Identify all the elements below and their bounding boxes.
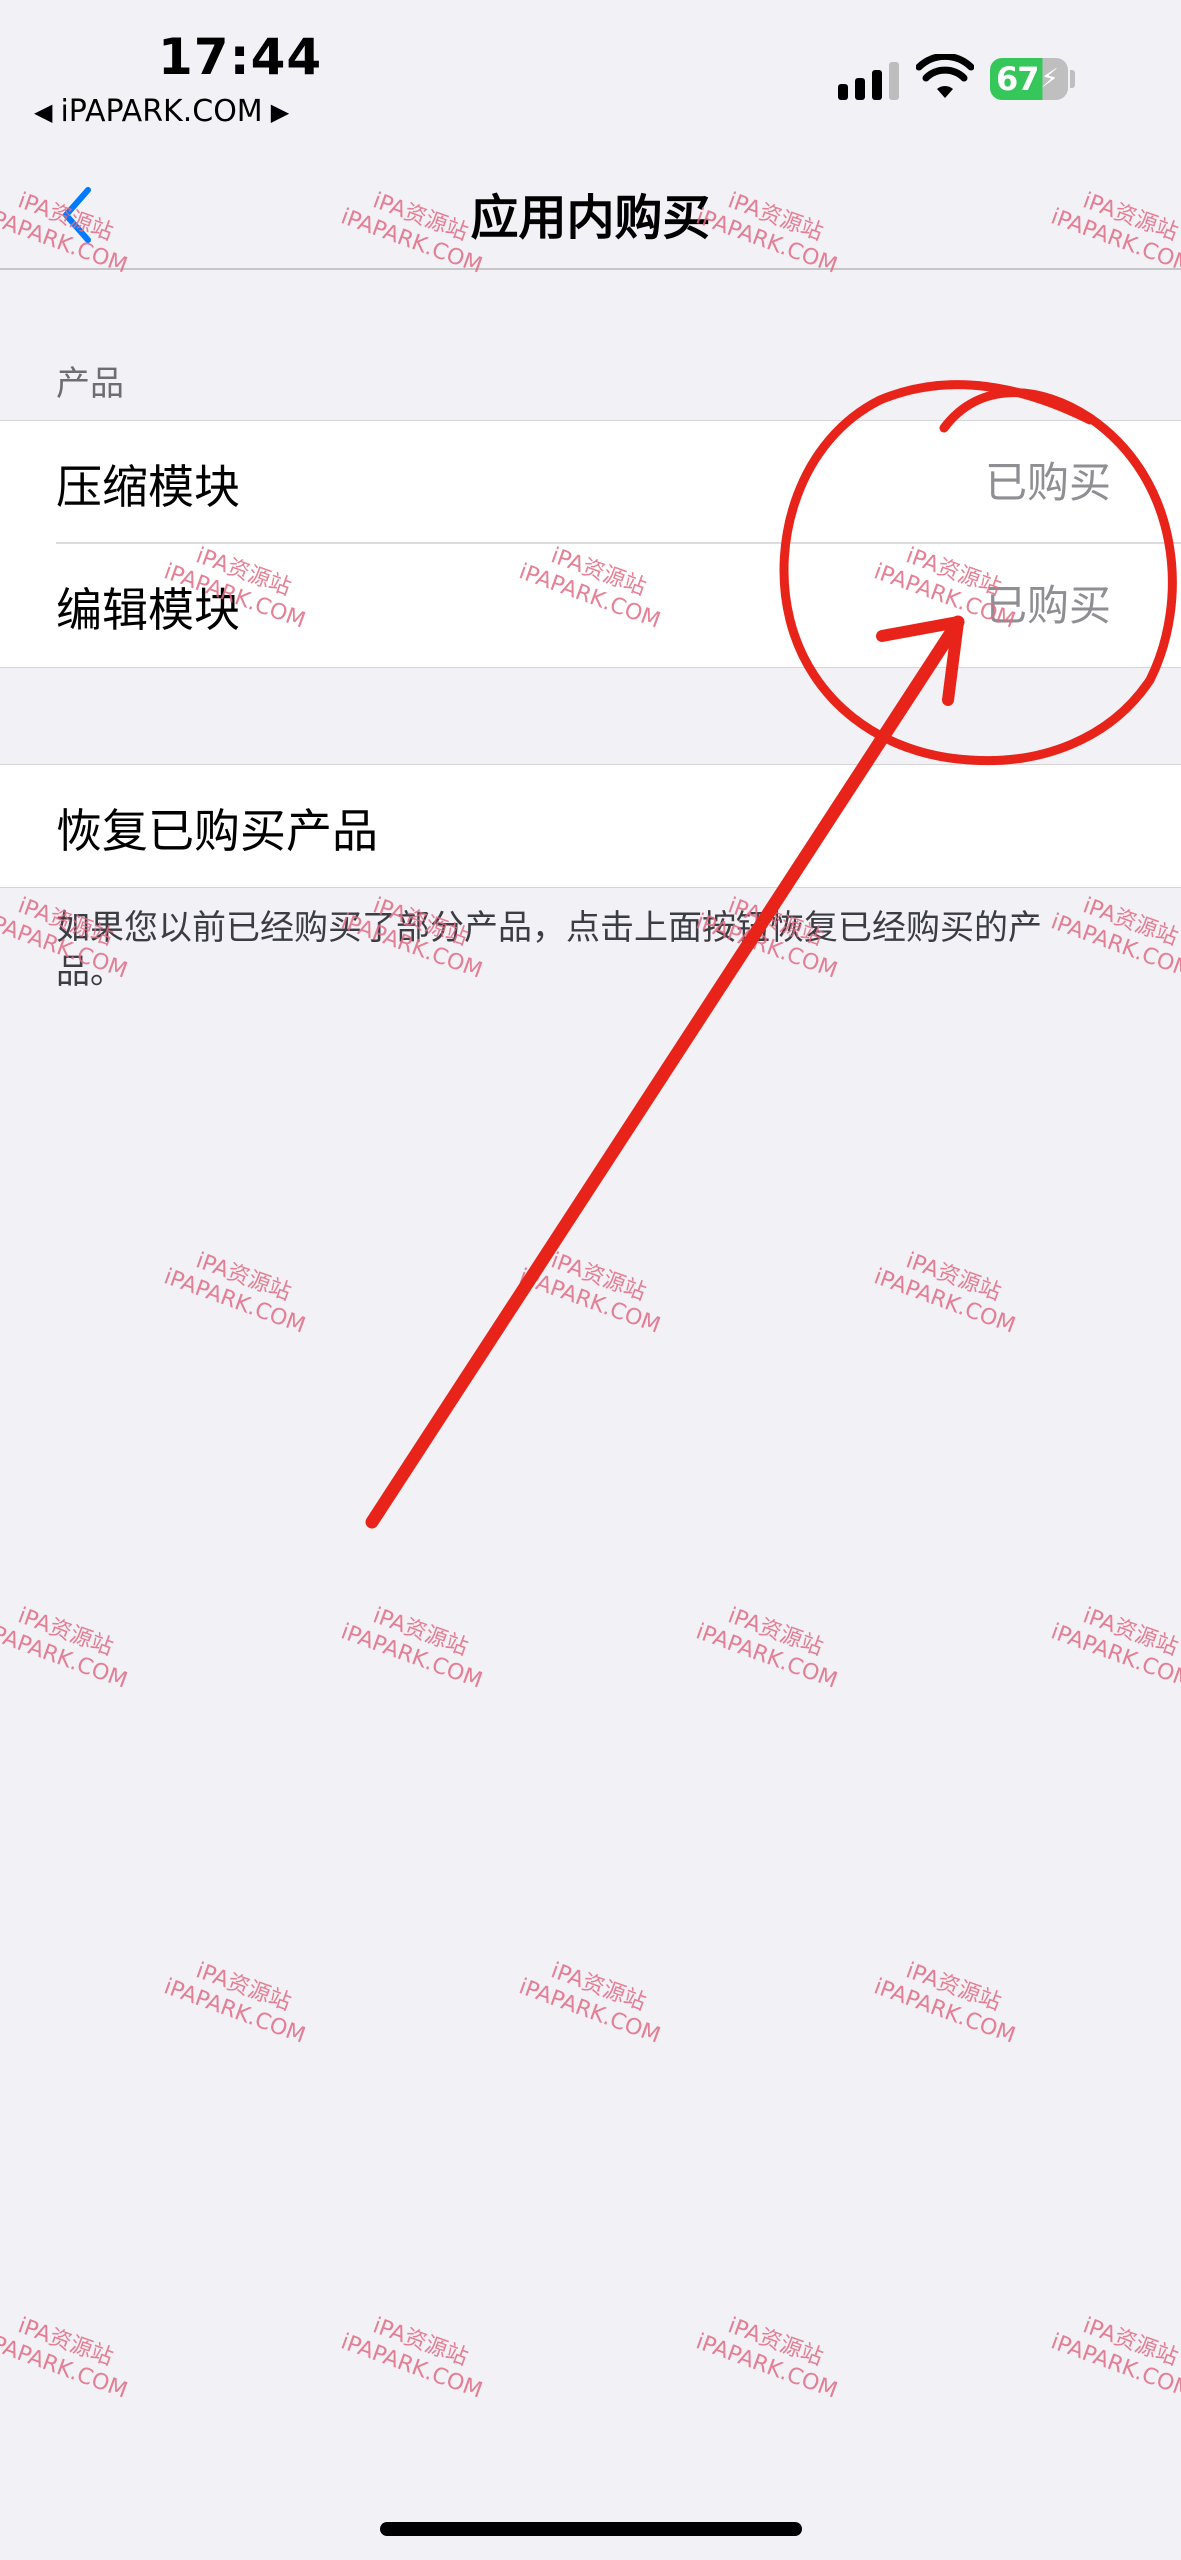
- cellular-signal-icon: [838, 60, 899, 100]
- navigation-bar: 应用内购买: [0, 160, 1181, 270]
- charging-bolt-icon: ⚡: [1040, 64, 1059, 94]
- watermark-text: iPA资源站 iPAPARK.COM: [337, 2313, 486, 2404]
- battery-tip: [1070, 70, 1075, 88]
- battery-percent: 67: [996, 60, 1040, 98]
- back-app-label: iPAPARK.COM: [60, 94, 263, 129]
- watermark-text: iPA资源站 iPAPARK.COM: [870, 1248, 1019, 1339]
- watermark-text: iPA资源站 iPAPARK.COM: [0, 2313, 131, 2404]
- back-to-app-link[interactable]: ◀ iPAPARK.COM ▶: [34, 94, 289, 129]
- purchase-status: 已购买: [984, 458, 1111, 507]
- watermark-text: iPA资源站 iPAPARK.COM: [692, 2313, 841, 2404]
- watermark-text: iPA资源站 iPAPARK.COM: [692, 1603, 841, 1694]
- purchase-status: 已购买: [984, 581, 1111, 630]
- annotation-circle-arrow: [365, 380, 1177, 1529]
- status-time: 17:44: [158, 28, 323, 86]
- watermark-text: iPA资源站 iPAPARK.COM: [160, 1248, 309, 1339]
- watermark-text: iPA资源站 iPAPARK.COM: [870, 1958, 1019, 2049]
- products-list: 压缩模块 已购买 编辑模块 已购买: [0, 420, 1181, 668]
- section-header-products: 产品: [56, 364, 124, 404]
- product-label: 编辑模块: [56, 583, 240, 637]
- watermark-text: iPA资源站 iPAPARK.COM: [1047, 2313, 1181, 2404]
- watermark-text: iPA资源站 iPAPARK.COM: [0, 1603, 131, 1694]
- restore-purchases-button[interactable]: 恢复已购买产品: [0, 764, 1181, 888]
- restore-row[interactable]: 恢复已购买产品: [0, 765, 1181, 887]
- watermark-text: iPA资源站 iPAPARK.COM: [515, 1248, 664, 1339]
- battery-icon: 67 ⚡: [990, 58, 1068, 100]
- wifi-icon: [916, 54, 974, 98]
- product-label: 压缩模块: [56, 460, 240, 514]
- watermark-text: iPA资源站 iPAPARK.COM: [1047, 893, 1181, 984]
- watermark-text: iPA资源站 iPAPARK.COM: [1047, 1603, 1181, 1694]
- watermark-text: iPA资源站 iPAPARK.COM: [160, 1958, 309, 2049]
- back-triangle-icon: ◀: [34, 97, 53, 126]
- restore-label: 恢复已购买产品: [56, 804, 378, 858]
- product-row-edit[interactable]: 编辑模块 已购买: [0, 544, 1181, 666]
- home-indicator[interactable]: [380, 2522, 802, 2536]
- page-title: 应用内购买: [470, 190, 711, 246]
- status-bar: 17:44 ◀ iPAPARK.COM ▶ 67 ⚡: [0, 0, 1181, 160]
- watermark-text: iPA资源站 iPAPARK.COM: [515, 1958, 664, 2049]
- forward-triangle-icon: ▶: [270, 97, 290, 126]
- watermark-text: iPA资源站 iPAPARK.COM: [337, 1603, 486, 1694]
- product-row-compress[interactable]: 压缩模块 已购买: [0, 421, 1181, 544]
- restore-note: 如果您以前已经购买了部分产品，点击上面按钮恢复已经购买的产品。: [56, 908, 1042, 992]
